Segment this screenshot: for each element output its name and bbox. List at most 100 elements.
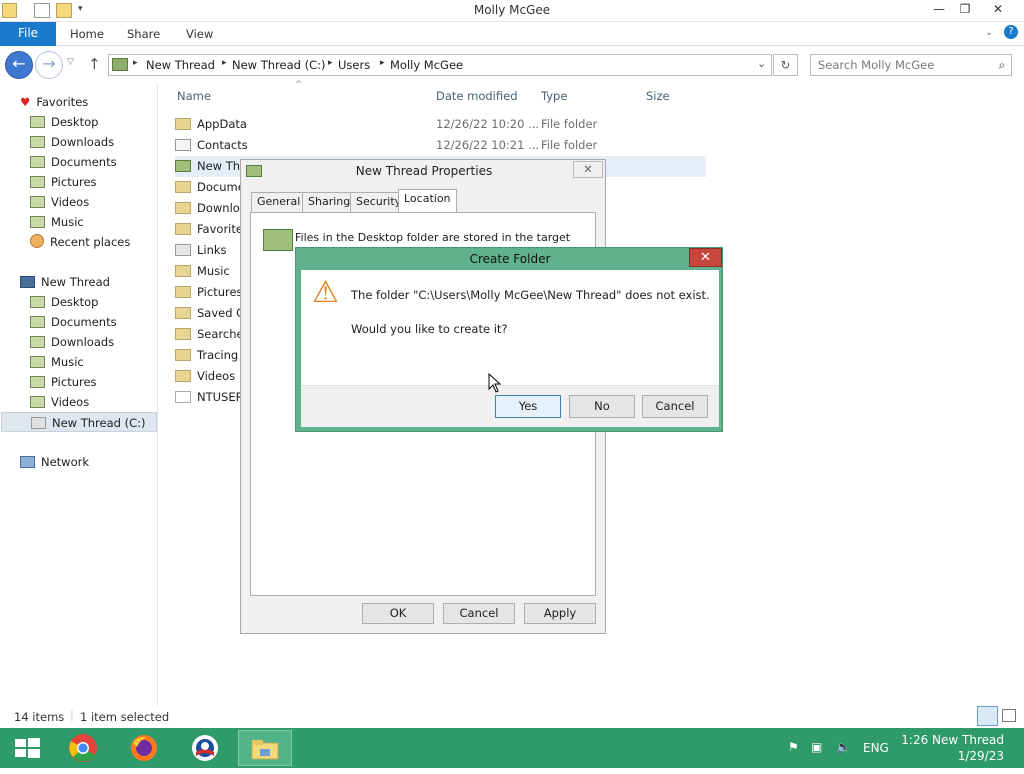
nav-label: Videos bbox=[51, 195, 90, 209]
breadcrumb-new-thread[interactable]: New Thread bbox=[146, 58, 215, 72]
breadcrumb-user[interactable]: Molly McGee bbox=[390, 58, 463, 72]
start-button[interactable] bbox=[0, 730, 54, 766]
search-icon[interactable]: ⌕ bbox=[999, 55, 1005, 75]
search-input[interactable]: Search Molly McGee ⌕ bbox=[810, 54, 1012, 76]
network-tray-icon[interactable]: ▣ bbox=[811, 740, 822, 754]
apply-button[interactable]: Apply bbox=[524, 603, 596, 624]
tab-share[interactable]: Share bbox=[127, 27, 160, 41]
chevron-right-icon: ▸ bbox=[380, 58, 385, 68]
column-date[interactable]: Date modified bbox=[436, 89, 518, 103]
nav-label: Network bbox=[41, 455, 90, 469]
nav-this-pc[interactable]: New Thread bbox=[20, 272, 110, 292]
minimize-button[interactable]: — bbox=[926, 1, 952, 18]
nav-pc-pictures[interactable]: Pictures bbox=[30, 372, 97, 392]
list-item[interactable]: NTUSER bbox=[175, 387, 244, 408]
file-explorer-taskbar-icon[interactable] bbox=[238, 730, 292, 766]
address-dropdown-icon[interactable]: ⌄ bbox=[757, 57, 766, 70]
videos-icon bbox=[175, 370, 191, 382]
nav-fav-downloads[interactable]: Downloads bbox=[30, 132, 114, 152]
forward-button[interactable]: → bbox=[35, 51, 63, 79]
list-item[interactable]: Pictures bbox=[175, 282, 243, 303]
maximize-button[interactable]: ❐ bbox=[952, 1, 978, 18]
list-item[interactable]: Downlo bbox=[175, 198, 240, 219]
file-name: Music bbox=[197, 264, 230, 278]
large-icons-view-icon[interactable] bbox=[1002, 709, 1016, 722]
volume-icon[interactable]: 🔈 bbox=[836, 740, 851, 754]
column-name[interactable]: Name bbox=[177, 89, 211, 103]
computer-icon bbox=[20, 276, 35, 288]
list-item[interactable]: Videos bbox=[175, 366, 235, 387]
chrome-icon[interactable] bbox=[56, 730, 110, 766]
downloads-icon bbox=[175, 202, 191, 214]
windows-logo-icon bbox=[15, 738, 40, 758]
up-button[interactable]: ↑ bbox=[88, 55, 101, 73]
details-view-icon[interactable] bbox=[977, 706, 998, 726]
list-item[interactable]: Contacts 12/26/22 10:21 ... File folder bbox=[175, 135, 605, 156]
nav-label: Downloads bbox=[51, 335, 115, 349]
nav-pc-downloads[interactable]: Downloads bbox=[30, 332, 114, 352]
nav-fav-music[interactable]: Music bbox=[30, 212, 84, 232]
clock[interactable]: 1:26 New Thread 1/29/23 bbox=[880, 732, 1004, 764]
nav-fav-recent[interactable]: Recent places bbox=[30, 232, 130, 252]
list-item[interactable]: Tracing bbox=[175, 345, 238, 366]
yes-button[interactable]: Yes bbox=[495, 395, 561, 418]
tab-view[interactable]: View bbox=[186, 27, 213, 41]
cancel-button[interactable]: Cancel bbox=[642, 395, 708, 418]
nav-pc-desktop[interactable]: Desktop bbox=[30, 292, 98, 312]
list-item[interactable]: AppData 12/26/22 10:20 ... File folder bbox=[175, 114, 605, 135]
list-item[interactable]: Searche bbox=[175, 324, 244, 345]
list-item[interactable]: Saved G bbox=[175, 303, 245, 324]
help-icon[interactable]: ? bbox=[1004, 25, 1018, 39]
campaign-app-icon[interactable] bbox=[178, 730, 232, 766]
nav-pc-music[interactable]: Music bbox=[30, 352, 84, 372]
nav-label: Recent places bbox=[50, 235, 131, 249]
file-type: File folder bbox=[541, 138, 598, 152]
tab-home[interactable]: Home bbox=[70, 27, 104, 41]
tab-location[interactable]: Location bbox=[398, 189, 457, 213]
tab-general[interactable]: General bbox=[251, 192, 307, 212]
breadcrumb-users[interactable]: Users bbox=[338, 58, 370, 72]
refresh-button[interactable]: ↻ bbox=[773, 54, 798, 76]
list-item[interactable]: Favorite bbox=[175, 219, 243, 240]
sort-ascending-icon: ^ bbox=[295, 80, 303, 90]
list-item[interactable]: Music bbox=[175, 261, 230, 282]
properties-close-button[interactable]: ✕ bbox=[573, 161, 603, 178]
column-type[interactable]: Type bbox=[541, 89, 567, 103]
nav-pc-videos[interactable]: Videos bbox=[30, 392, 89, 412]
tab-sharing[interactable]: Sharing bbox=[302, 192, 357, 212]
drive-icon bbox=[31, 417, 46, 429]
status-divider: | bbox=[70, 708, 74, 722]
chevron-right-icon: ▸ bbox=[133, 58, 138, 68]
clock-date: 1/29/23 bbox=[957, 749, 1004, 763]
list-item[interactable]: Docume bbox=[175, 177, 245, 198]
list-item[interactable]: Links bbox=[175, 240, 227, 261]
nav-pc-drive[interactable]: New Thread (C:) bbox=[1, 412, 157, 432]
nav-network[interactable]: Network bbox=[20, 452, 89, 472]
action-center-flag-icon[interactable]: ⚑ bbox=[788, 740, 799, 754]
nav-fav-desktop[interactable]: Desktop bbox=[30, 112, 98, 132]
firefox-icon[interactable] bbox=[117, 730, 171, 766]
nav-fav-pictures[interactable]: Pictures bbox=[30, 172, 97, 192]
address-bar[interactable]: ▸ New Thread ▸ New Thread (C:) ▸ Users ▸… bbox=[108, 54, 772, 76]
nav-favorites[interactable]: ♥ Favorites bbox=[20, 92, 88, 112]
column-size[interactable]: Size bbox=[646, 89, 670, 103]
nav-fav-documents[interactable]: Documents bbox=[30, 152, 117, 172]
expand-ribbon-icon[interactable]: ⌄ bbox=[985, 27, 993, 38]
cancel-button[interactable]: Cancel bbox=[443, 603, 515, 624]
file-name: Contacts bbox=[197, 138, 248, 152]
file-tab[interactable]: File bbox=[0, 22, 56, 46]
taskbar: ⚑ ▣ 🔈 ENG 1:26 New Thread 1/29/23 bbox=[0, 728, 1024, 768]
ok-button[interactable]: OK bbox=[362, 603, 434, 624]
item-count: 14 items bbox=[14, 710, 65, 724]
breadcrumb-drive[interactable]: New Thread (C:) bbox=[232, 58, 325, 72]
saved-games-icon bbox=[175, 307, 191, 319]
recent-locations-icon[interactable]: ▽ bbox=[67, 57, 74, 67]
desktop-icon bbox=[30, 116, 45, 128]
nav-pc-documents[interactable]: Documents bbox=[30, 312, 117, 332]
close-button[interactable]: ✕ bbox=[985, 1, 1011, 18]
warning-icon: ⚠ bbox=[312, 275, 339, 310]
no-button[interactable]: No bbox=[569, 395, 635, 418]
nav-fav-videos[interactable]: Videos bbox=[30, 192, 89, 212]
back-button[interactable]: ← bbox=[5, 51, 33, 79]
create-folder-close-button[interactable]: ✕ bbox=[689, 248, 722, 267]
